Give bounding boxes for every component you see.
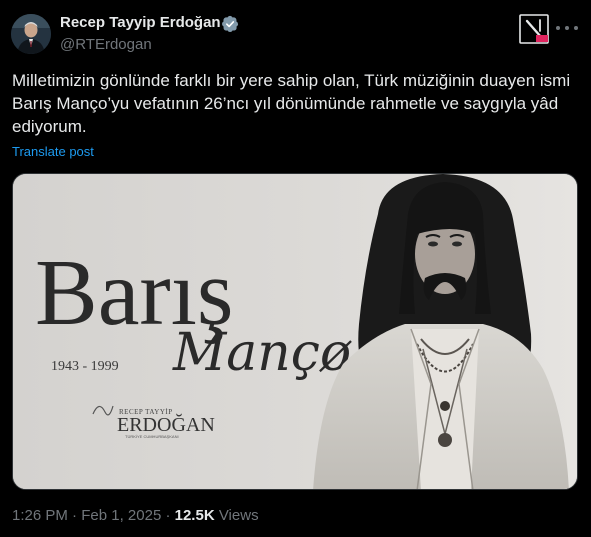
more-icon[interactable] <box>556 18 578 38</box>
image-title-second: Mançø <box>172 323 352 383</box>
image-signature-name: ERDOĞAN <box>117 413 215 436</box>
views-label: Views <box>218 507 259 524</box>
author-name[interactable]: Recep Tayyip Erdoğan <box>60 14 221 31</box>
views-count: 12.5K <box>174 507 215 524</box>
post-time[interactable]: 1:26 PM <box>12 507 68 524</box>
translate-post-link[interactable]: Translate post <box>12 144 94 159</box>
image-years: 1943 - 1999 <box>51 359 119 374</box>
meta-separator: · <box>165 507 171 524</box>
verified-badge-icon[interactable] <box>221 15 239 33</box>
post-text: Milletimizin gönlünde farklı bir yere sa… <box>12 71 571 136</box>
avatar[interactable] <box>11 14 51 54</box>
post: Recep Tayyip Erdoğan @RTErdogan Milletim… <box>0 0 591 537</box>
image-signature-sub: TÜRKİYE CUMHURBAŞKANI <box>125 434 179 439</box>
post-image[interactable]: Barış Mançø 1943 - 1999 RECEP TAYYİP ERD… <box>12 173 578 490</box>
author-handle[interactable]: @RTErdogan <box>60 36 152 53</box>
post-meta: 1:26 PM · Feb 1, 2025 · 12.5K Views <box>12 507 259 524</box>
post-date[interactable]: Feb 1, 2025 <box>81 507 161 524</box>
grok-icon[interactable] <box>519 14 549 44</box>
meta-separator: · <box>72 507 78 524</box>
